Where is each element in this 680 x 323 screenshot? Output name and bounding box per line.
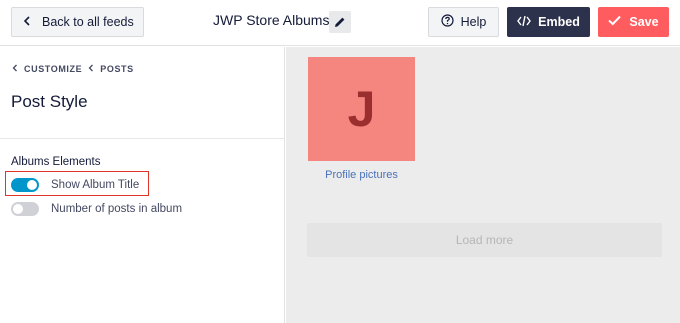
album-letter: J <box>347 81 376 137</box>
customizer-sidebar: CUSTOMIZE POSTS Post Style Albums Elemen… <box>0 47 285 323</box>
embed-button[interactable]: Embed <box>507 7 590 37</box>
embed-label: Embed <box>538 15 580 29</box>
chevron-left-icon <box>12 15 42 29</box>
album-thumbnail[interactable]: J <box>308 57 415 161</box>
top-bar: Back to all feeds JWP Store Albums Help … <box>0 0 680 46</box>
feed-title: JWP Store Albums <box>213 12 330 28</box>
option-label: Show Album Title <box>51 179 140 191</box>
section-label: Albums Elements <box>11 156 101 168</box>
option-label: Number of posts in album <box>51 203 183 215</box>
pencil-icon[interactable] <box>329 11 351 33</box>
chevron-left-icon <box>12 64 18 74</box>
chevron-left-icon <box>88 64 94 74</box>
toggle-knob <box>27 180 37 190</box>
feed-preview: J Profile pictures Load more <box>286 47 680 323</box>
back-to-feeds-button[interactable]: Back to all feeds <box>11 7 144 37</box>
help-label: Help <box>460 15 487 29</box>
option-number-of-posts[interactable]: Number of posts in album <box>11 202 182 216</box>
load-more-button[interactable]: Load more <box>307 223 662 257</box>
help-button[interactable]: Help <box>428 7 499 37</box>
option-show-album-title[interactable]: Show Album Title <box>11 178 139 192</box>
divider <box>0 138 285 139</box>
checkmark-icon <box>608 15 622 29</box>
toggle-knob <box>13 204 23 214</box>
back-to-feeds-label: Back to all feeds <box>42 15 134 29</box>
breadcrumb: CUSTOMIZE POSTS <box>12 64 134 74</box>
page-title: Post Style <box>11 92 88 111</box>
show-album-title-toggle[interactable] <box>11 178 39 192</box>
save-label: Save <box>629 15 659 29</box>
album-title[interactable]: Profile pictures <box>308 169 415 181</box>
code-icon <box>517 15 532 30</box>
question-circle-icon <box>441 14 454 30</box>
breadcrumb-customize[interactable]: CUSTOMIZE <box>24 64 82 74</box>
save-button[interactable]: Save <box>598 7 669 37</box>
number-of-posts-toggle[interactable] <box>11 202 39 216</box>
feed-title-wrap: JWP Store Albums <box>213 12 329 28</box>
breadcrumb-posts[interactable]: POSTS <box>100 64 134 74</box>
